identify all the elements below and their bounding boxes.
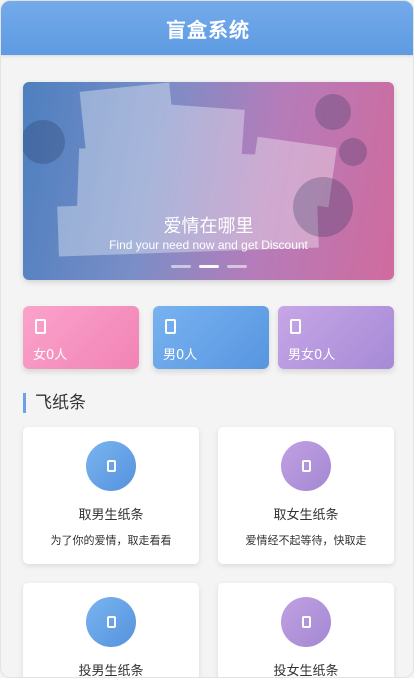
app-title: 盲盒系统 [166,17,250,42]
note-icon [35,319,46,334]
carousel-dot[interactable] [226,265,247,268]
card-title: 投女生纸条 [273,664,339,678]
card-title: 取男生纸条 [78,508,144,523]
stat-female-count[interactable]: 女0人 [23,306,139,369]
note-icon [86,597,136,647]
post-male-note-card[interactable]: 投男生纸条 [23,583,199,678]
app-header: 盲盒系统 [1,1,413,55]
banner-carousel[interactable]: 爱情在哪里 Find your need now and get Discoun… [23,82,394,280]
note-icon [165,319,176,334]
post-female-note-card[interactable]: 投女生纸条 [218,583,394,678]
carousel-indicators [23,265,394,268]
banner-title: 爱情在哪里 [163,216,254,237]
stat-total-count[interactable]: 男女0人 [278,306,394,369]
card-subtitle: 爱情经不起等待，快取走 [245,534,367,547]
banner-subtitle: Find your need now and get Discount [109,238,308,252]
note-icon [86,441,136,491]
stat-label: 男女0人 [288,348,336,363]
app-frame: 盲盒系统 爱情在哪里 Find your need now and get Di… [0,0,414,678]
stat-label: 男0人 [163,348,198,363]
card-title: 取女生纸条 [273,508,339,523]
section-title: 飞纸条 [23,393,86,413]
stat-male-count[interactable]: 男0人 [153,306,269,369]
note-icon [290,319,301,334]
carousel-dot[interactable] [170,265,191,268]
card-title: 投男生纸条 [78,664,144,678]
card-subtitle: 为了你的爱情，取走看看 [50,534,172,547]
stat-label: 女0人 [33,348,68,363]
take-female-note-card[interactable]: 取女生纸条 爱情经不起等待，快取走 [218,427,394,564]
note-icon [281,597,331,647]
note-icon [281,441,331,491]
take-male-note-card[interactable]: 取男生纸条 为了你的爱情，取走看看 [23,427,199,564]
carousel-dot-active[interactable] [198,265,219,268]
